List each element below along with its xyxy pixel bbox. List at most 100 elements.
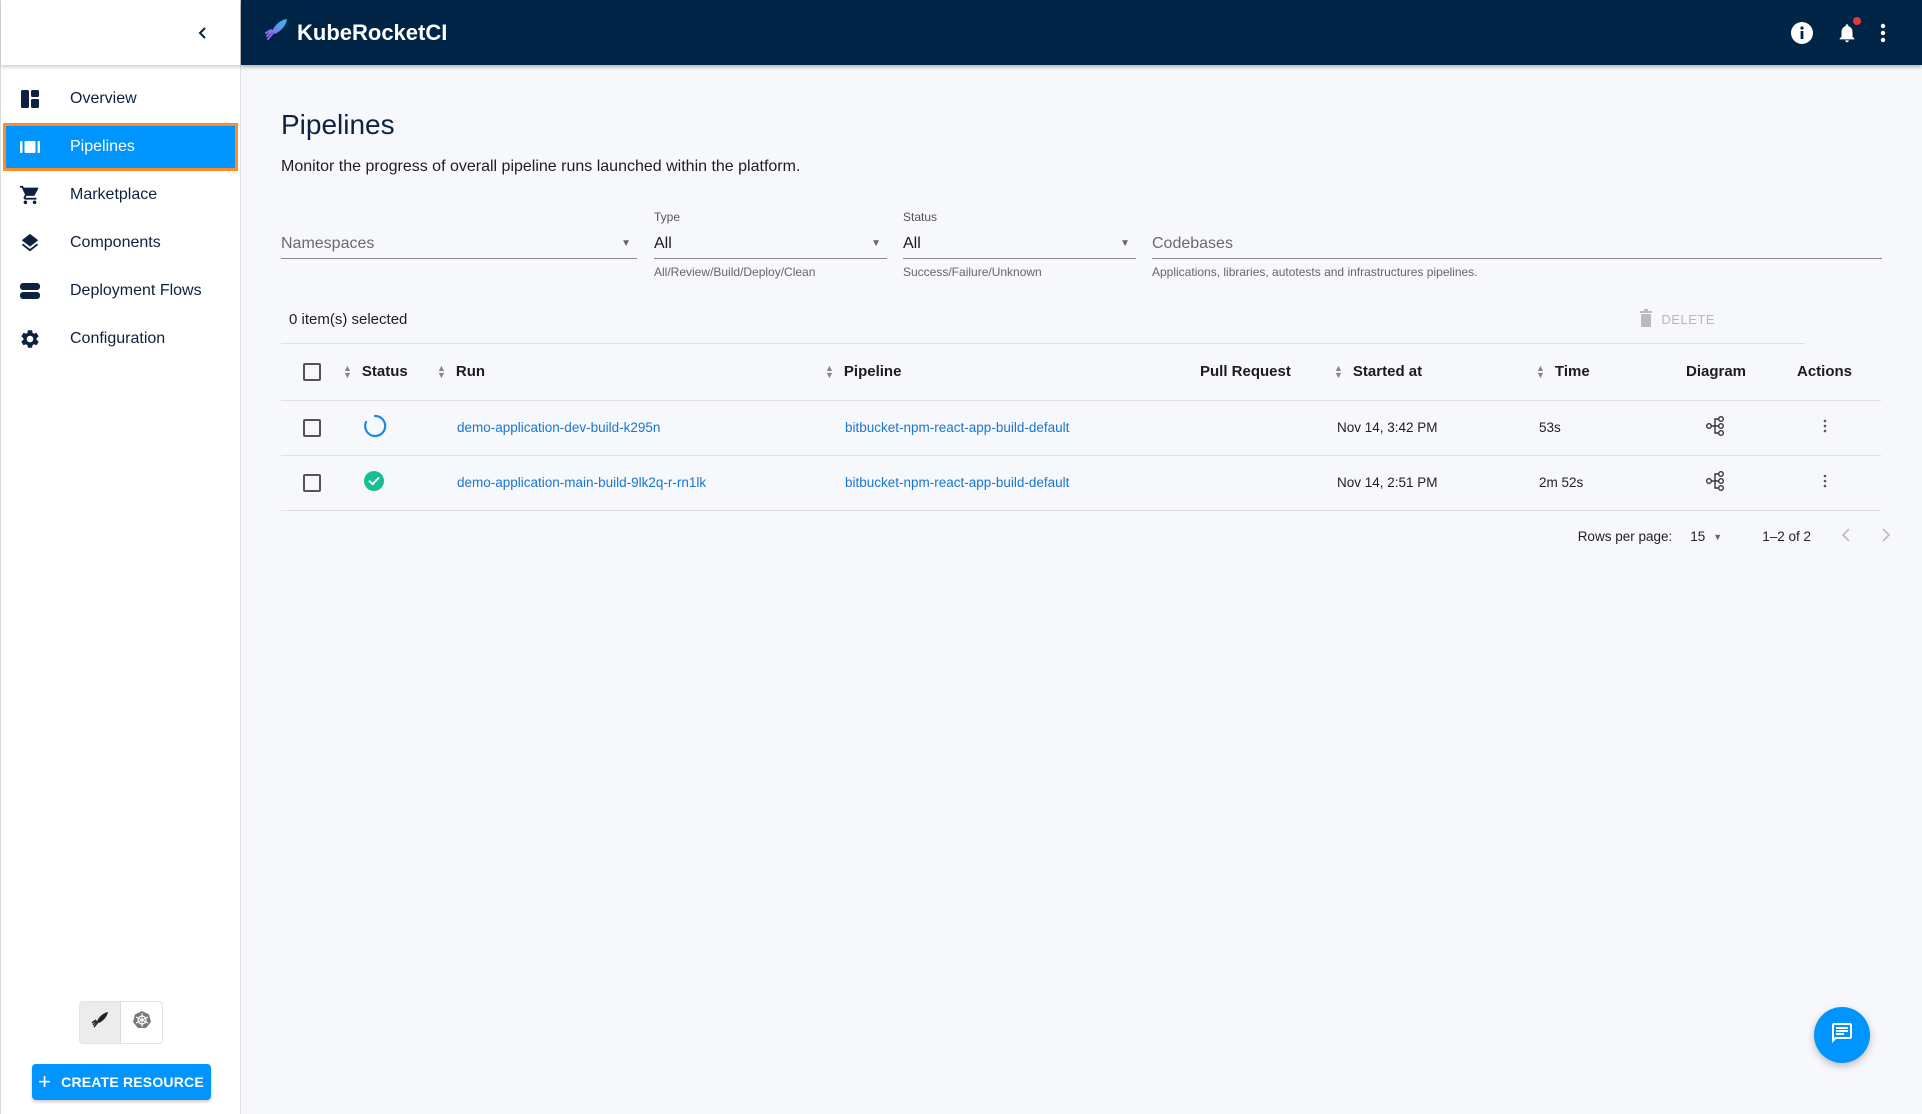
- layers-icon: [19, 232, 41, 254]
- info-icon[interactable]: [1790, 21, 1814, 45]
- row-checkbox[interactable]: [303, 418, 321, 437]
- status-select[interactable]: All ▼: [903, 229, 1136, 259]
- cart-icon: [19, 184, 41, 206]
- chevron-right-icon: [1882, 528, 1891, 542]
- selected-count: 0 item(s) selected: [289, 311, 408, 328]
- trash-icon: [1639, 309, 1653, 330]
- header-started-at[interactable]: ▲ ▼ Started at: [1334, 344, 1536, 401]
- page-title: Pipelines: [281, 109, 395, 140]
- notification-badge: [1853, 16, 1861, 25]
- chat-fab-button[interactable]: [1814, 1007, 1870, 1063]
- caret-down-icon: ▼: [871, 238, 881, 249]
- sidebar: Overview Pipelines Marketplace Component…: [0, 0, 241, 1114]
- selection-toolbar: 0 item(s) selected DELETE: [281, 296, 1805, 344]
- sort-icon[interactable]: ▲ ▼: [437, 364, 446, 380]
- pipelines-icon: [19, 136, 41, 158]
- sidebar-item-marketplace[interactable]: Marketplace: [1, 171, 240, 219]
- select-all-cell: [281, 344, 343, 401]
- more-vertical-icon[interactable]: [1880, 23, 1886, 43]
- prev-page-button[interactable]: [1841, 525, 1851, 548]
- namespaces-select[interactable]: Namespaces ▼: [281, 229, 637, 259]
- bell-icon[interactable]: [1836, 16, 1861, 45]
- rocket-logo-icon: [263, 17, 289, 49]
- create-resource-button[interactable]: + CREATE RESOURCE: [31, 1064, 211, 1100]
- header-pipeline[interactable]: ▲ ▼ Pipeline: [825, 344, 1200, 401]
- status-cell: [343, 400, 437, 456]
- sidebar-item-label: Deployment Flows: [70, 282, 202, 299]
- type-select[interactable]: All ▼: [654, 229, 887, 259]
- diagram-icon[interactable]: [1705, 416, 1727, 440]
- pipeline-link[interactable]: bitbucket-npm-react-app-build-default: [845, 420, 1069, 435]
- sidebar-item-label: Pipelines: [70, 138, 135, 155]
- header-actions: Actions: [1768, 344, 1881, 401]
- run-link[interactable]: demo-application-dev-build-k295n: [457, 420, 660, 435]
- delete-button[interactable]: DELETE: [1639, 309, 1715, 330]
- row-checkbox[interactable]: [303, 473, 321, 492]
- rows-per-page-value: 15: [1690, 529, 1706, 544]
- success-check-icon: [363, 471, 385, 495]
- started-at-cell: Nov 14, 3:42 PM: [1334, 400, 1536, 456]
- namespaces-filter: Namespaces ▼: [281, 210, 637, 259]
- brand[interactable]: KubeRocketCI: [263, 17, 447, 49]
- more-vertical-icon[interactable]: [1823, 474, 1827, 491]
- page-range: 1–2 of 2: [1762, 529, 1811, 544]
- pagination: Rows per page: 15 ▼ 1–2 of 2: [281, 511, 1891, 563]
- header-time[interactable]: ▲ ▼ Time: [1536, 344, 1664, 401]
- sort-icon[interactable]: ▲ ▼: [343, 364, 352, 380]
- chat-icon: [1830, 1021, 1854, 1050]
- sort-icon[interactable]: ▲ ▼: [1334, 364, 1343, 380]
- sidebar-footer: + CREATE RESOURCE: [1, 1001, 241, 1100]
- kubernetes-mode-toggle[interactable]: [121, 1002, 162, 1043]
- diagram-icon[interactable]: [1705, 471, 1727, 495]
- more-vertical-icon[interactable]: [1823, 419, 1827, 436]
- status-value: All: [903, 234, 921, 252]
- header-status[interactable]: ▲ ▼ Status: [343, 344, 437, 401]
- rocket-icon: [90, 1010, 110, 1035]
- codebases-placeholder: Codebases: [1152, 234, 1233, 252]
- next-page-button[interactable]: [1881, 525, 1891, 548]
- sidebar-item-deployment-flows[interactable]: Deployment Flows: [1, 267, 240, 315]
- running-spinner-icon: [363, 414, 387, 441]
- rows-per-page-select[interactable]: 15 ▼: [1690, 529, 1722, 544]
- select-all-checkbox[interactable]: [303, 362, 321, 381]
- table-header-row: ▲ ▼ Status ▲ ▼ Run ▲ ▼ Pipeline Pull Request ▲…: [281, 344, 1881, 401]
- create-resource-label: CREATE RESOURCE: [61, 1074, 204, 1090]
- sidebar-header: [1, 0, 240, 65]
- status-cell: [343, 455, 437, 511]
- mode-toggle: [79, 1001, 163, 1044]
- sort-icon[interactable]: ▲ ▼: [1536, 364, 1545, 380]
- chevron-left-icon[interactable]: [196, 20, 210, 46]
- codebases-filter: Codebases Applications, libraries, autot…: [1152, 210, 1882, 279]
- kubernetes-icon: [132, 1010, 152, 1035]
- codebases-input[interactable]: Codebases: [1152, 229, 1882, 259]
- sidebar-item-configuration[interactable]: Configuration: [1, 315, 240, 363]
- pipeline-link[interactable]: bitbucket-npm-react-app-build-default: [845, 475, 1069, 490]
- sidebar-item-label: Configuration: [70, 330, 166, 347]
- chevron-left-icon: [1841, 528, 1850, 542]
- type-helper: All/Review/Build/Deploy/Clean: [654, 265, 816, 279]
- top-actions: [1790, 0, 1886, 65]
- rows-per-page-label: Rows per page:: [1577, 529, 1673, 544]
- type-label: Type: [654, 210, 681, 224]
- header-diagram: Diagram: [1664, 344, 1768, 401]
- plus-icon: +: [38, 1069, 52, 1094]
- sidebar-item-label: Overview: [70, 90, 137, 107]
- status-label: Status: [903, 210, 938, 224]
- sidebar-item-components[interactable]: Components: [1, 219, 240, 267]
- started-at-cell: Nov 14, 2:51 PM: [1334, 455, 1536, 511]
- namespaces-placeholder: Namespaces: [281, 234, 375, 252]
- status-helper: Success/Failure/Unknown: [903, 265, 1042, 279]
- delete-label: DELETE: [1661, 312, 1715, 327]
- caret-down-icon: ▼: [621, 238, 631, 249]
- run-link[interactable]: demo-application-main-build-9lk2q-r-rn1l…: [457, 475, 706, 490]
- sidebar-item-pipelines[interactable]: Pipelines: [3, 123, 238, 171]
- sidebar-item-overview[interactable]: Overview: [1, 75, 240, 123]
- sidebar-item-label: Marketplace: [70, 186, 158, 203]
- status-filter: Status All ▼ Success/Failure/Unknown: [903, 210, 1136, 279]
- sort-icon[interactable]: ▲ ▼: [825, 364, 834, 380]
- time-cell: 2m 52s: [1536, 455, 1664, 511]
- header-run[interactable]: ▲ ▼ Run: [437, 344, 825, 401]
- pull-request-cell: [1200, 455, 1334, 511]
- codebases-helper: Applications, libraries, autotests and i…: [1152, 265, 1478, 279]
- rocket-mode-toggle[interactable]: [80, 1002, 121, 1043]
